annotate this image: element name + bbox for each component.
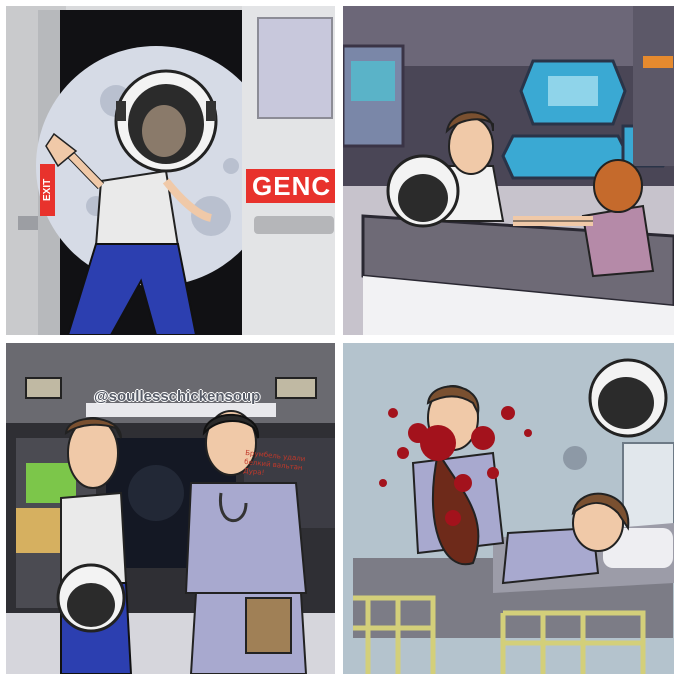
door-window xyxy=(257,17,333,119)
ceiling-vent-right xyxy=(275,377,317,399)
comic-panel-3: @soullesschickensoup Брумбель удали белк… xyxy=(6,343,335,674)
comic-panel-1: GENC EXIT xyxy=(6,6,335,335)
wall-antenna-icon xyxy=(563,446,587,470)
door-sign: GENC xyxy=(246,169,335,203)
ceiling-vent-left xyxy=(25,377,62,399)
side-exit-sign: EXIT xyxy=(40,164,55,216)
comic-panel-2 xyxy=(343,6,674,335)
panel-4-art xyxy=(343,343,674,674)
comic-panel-4 xyxy=(343,343,674,674)
door-handle xyxy=(254,216,334,234)
artist-watermark: @soullesschickensoup xyxy=(94,388,261,405)
panel-2-art xyxy=(343,6,674,335)
medical-cabinet xyxy=(622,442,674,534)
clipboard xyxy=(245,597,292,654)
